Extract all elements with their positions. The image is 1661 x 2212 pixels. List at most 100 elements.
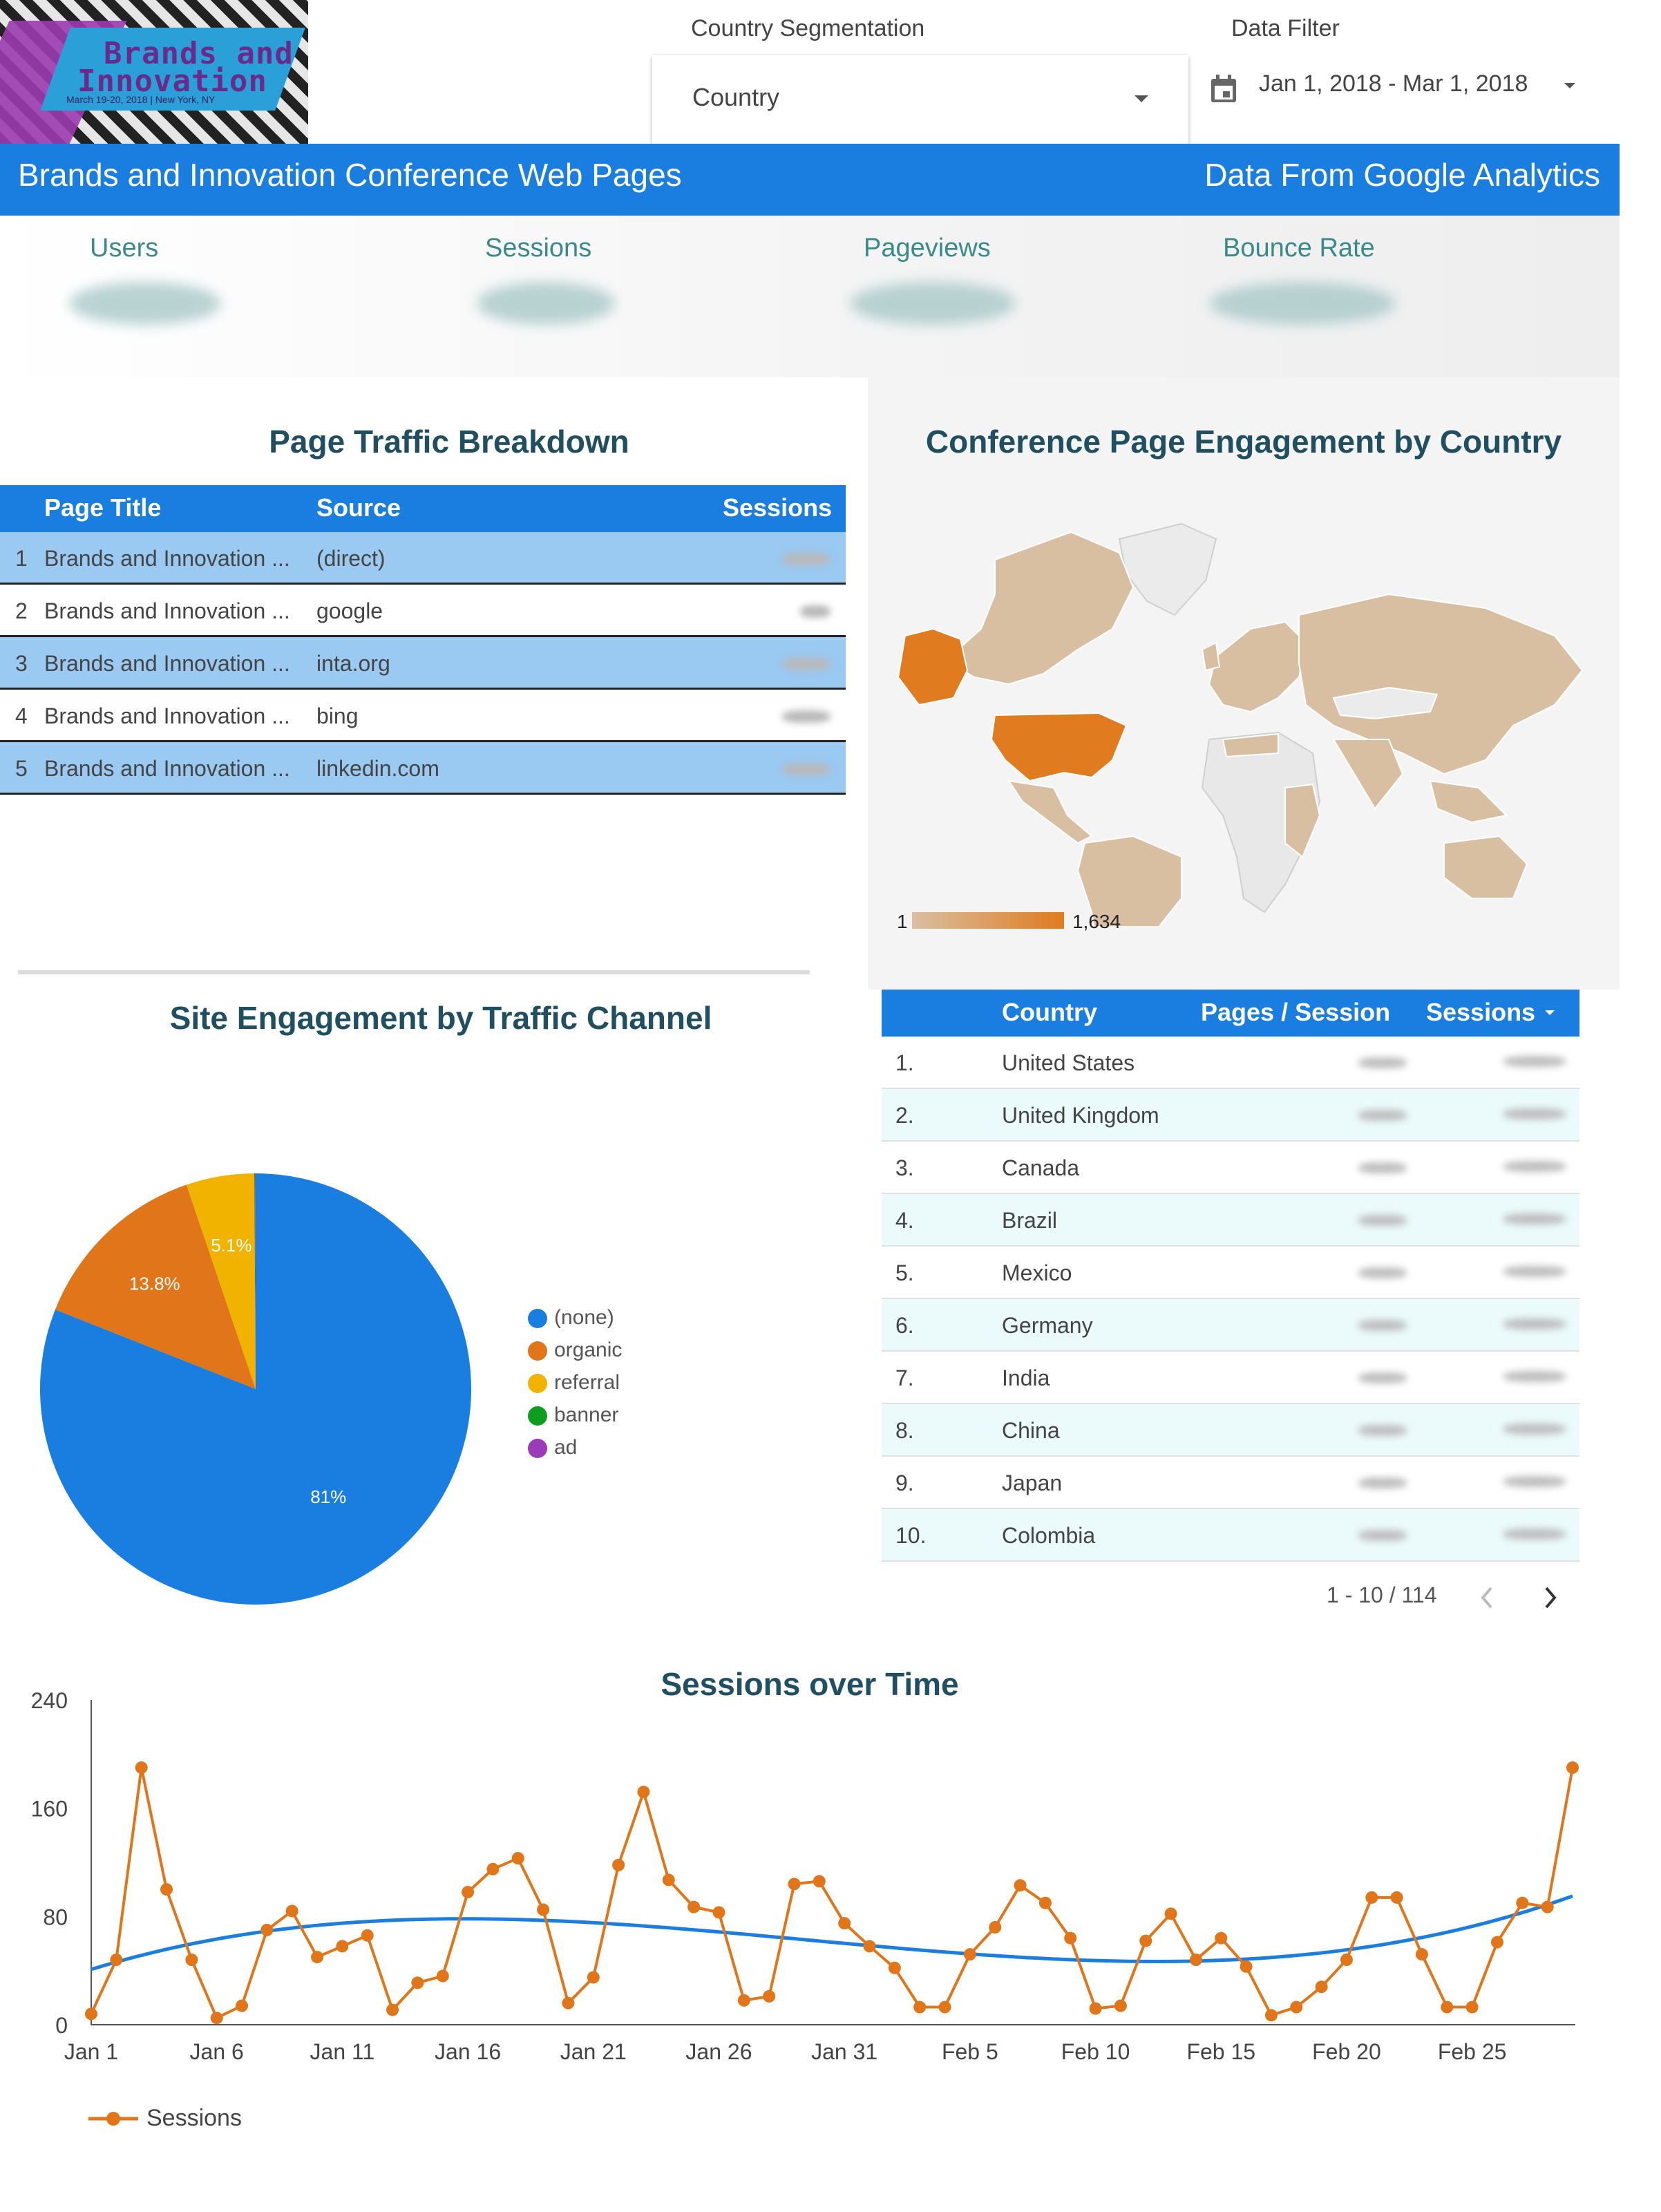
sessions-data-point[interactable]	[1516, 1896, 1529, 1909]
legend-item[interactable]: referral	[528, 1371, 620, 1395]
sessions-data-point[interactable]	[236, 1999, 249, 2012]
sessions-data-point[interactable]	[486, 1862, 500, 1875]
table-row[interactable]: 10. Colombia	[882, 1509, 1579, 1562]
sessions-data-point[interactable]	[1089, 2002, 1102, 2015]
sessions-data-point[interactable]	[612, 1858, 625, 1871]
table-row[interactable]: 6. Germany	[882, 1299, 1579, 1352]
column-sessions[interactable]: Sessions	[723, 493, 832, 522]
sessions-data-point[interactable]	[913, 2001, 927, 2014]
sessions-data-point[interactable]	[1264, 2009, 1278, 2022]
sessions-data-point[interactable]	[687, 1900, 701, 1913]
sessions-data-point[interactable]	[1441, 2001, 1454, 2014]
country-segmentation-dropdown[interactable]: Country	[652, 55, 1188, 144]
sessions-data-point[interactable]	[1315, 1981, 1328, 1994]
sessions-data-point[interactable]	[1014, 1879, 1027, 1892]
sessions-data-point[interactable]	[511, 1852, 524, 1865]
kpi-bounce-rate-value	[1209, 282, 1396, 325]
sessions-data-point[interactable]	[436, 1969, 449, 1983]
sessions-data-point[interactable]	[1215, 1931, 1228, 1945]
sessions-data-point[interactable]	[1365, 1891, 1378, 1904]
sessions-data-point[interactable]	[662, 1873, 675, 1887]
sessions-data-point[interactable]	[737, 1994, 750, 2007]
sessions-data-point[interactable]	[637, 1786, 650, 1799]
sessions-data-point[interactable]	[963, 1948, 976, 1961]
sessions-data-point[interactable]	[712, 1906, 725, 1919]
map-title: Conference Page Engagement by Country	[925, 424, 1562, 460]
table-row[interactable]: 2. United Kingdom	[882, 1089, 1579, 1142]
table-row[interactable]: 4 Brands and Innovation ... bing	[0, 690, 846, 742]
sessions-data-point[interactable]	[210, 2012, 223, 2025]
sessions-data-point[interactable]	[1164, 1907, 1177, 1920]
traffic-channel-pie-chart[interactable]: 81% 13.8% 5.1%	[28, 1161, 525, 1617]
sessions-data-point[interactable]	[1139, 1934, 1152, 1947]
table-row[interactable]: 3 Brands and Innovation ... inta.org	[0, 637, 846, 690]
sort-desc-icon[interactable]	[1545, 1010, 1555, 1015]
sessions-data-point[interactable]	[562, 1996, 575, 2010]
table-row[interactable]: 1 Brands and Innovation ... (direct)	[0, 532, 846, 585]
sessions-data-point[interactable]	[135, 1761, 148, 1774]
sessions-data-point[interactable]	[863, 1940, 876, 1953]
legend-item[interactable]: banner	[528, 1403, 618, 1427]
sessions-data-point[interactable]	[537, 1903, 550, 1916]
column-page-title[interactable]: Page Title	[44, 493, 161, 522]
sessions-data-point[interactable]	[938, 2001, 951, 2014]
sessions-data-point[interactable]	[587, 1971, 600, 1984]
sessions-data-point[interactable]	[361, 1929, 374, 1942]
sessions-data-point[interactable]	[1064, 1931, 1077, 1945]
sessions-data-point[interactable]	[1340, 1954, 1353, 1966]
table-row[interactable]: 1. United States	[882, 1037, 1579, 1089]
sessions-data-point[interactable]	[813, 1875, 826, 1888]
sessions-data-point[interactable]	[411, 1976, 424, 1989]
sessions-data-point[interactable]	[85, 2007, 97, 2021]
sessions-data-point[interactable]	[1415, 1948, 1428, 1961]
sessions-data-point[interactable]	[285, 1904, 298, 1918]
sessions-data-point[interactable]	[185, 1954, 198, 1966]
sessions-data-point[interactable]	[838, 1917, 851, 1930]
sessions-data-point[interactable]	[260, 1923, 274, 1936]
sessions-data-point[interactable]	[1566, 1761, 1579, 1774]
sessions-data-point[interactable]	[1114, 1999, 1127, 2012]
sessions-data-point[interactable]	[1038, 1896, 1052, 1909]
sessions-data-point[interactable]	[336, 1940, 349, 1953]
sessions-data-point[interactable]	[1240, 1960, 1253, 1973]
legend-item[interactable]: organic	[528, 1339, 622, 1362]
sessions-data-point[interactable]	[386, 2003, 399, 2016]
sessions-data-point[interactable]	[1290, 2001, 1303, 2014]
table-row[interactable]: 4. Brazil	[882, 1194, 1579, 1247]
sessions-data-point[interactable]	[788, 1878, 801, 1891]
previous-page-icon[interactable]	[1479, 1585, 1495, 1610]
table-row[interactable]: 8. China	[882, 1404, 1579, 1457]
table-row[interactable]: 2 Brands and Innovation ... google	[0, 585, 846, 637]
sessions-data-point[interactable]	[763, 1989, 776, 2003]
column-source[interactable]: Source	[316, 493, 401, 522]
sessions-data-point[interactable]	[311, 1951, 324, 1964]
sessions-data-point[interactable]	[462, 1886, 475, 1899]
date-range-picker[interactable]: Jan 1, 2018 - Mar 1, 2018	[1205, 64, 1592, 112]
sessions-data-point[interactable]	[1541, 1900, 1554, 1913]
sessions-data-point[interactable]	[1490, 1936, 1503, 1949]
table-row[interactable]: 9. Japan	[882, 1457, 1579, 1509]
conference-logo: Brands and Innovation March 19-20, 2018 …	[0, 0, 308, 145]
sessions-line-chart[interactable]: 0 80 160 240 Jan 1 Jan 6 Jan 11 Jan 16 Jan 21 Jan…	[0, 1686, 1631, 2170]
legend-item[interactable]: (none)	[528, 1306, 614, 1330]
table-row[interactable]: 7. India	[882, 1352, 1579, 1404]
row-sessions-value	[1503, 1108, 1566, 1119]
sessions-data-point[interactable]	[1465, 2001, 1479, 2014]
map-country-europe	[1208, 621, 1307, 713]
table-row[interactable]: 5 Brands and Innovation ... linkedin.com	[0, 742, 846, 795]
table-row[interactable]: 5. Mexico	[882, 1247, 1579, 1299]
sessions-data-point[interactable]	[989, 1921, 1002, 1934]
x-tick-label: Jan 1	[64, 2039, 118, 2064]
sessions-data-point[interactable]	[1189, 1954, 1202, 1966]
column-pages-per-session[interactable]: Pages / Session	[1201, 998, 1390, 1027]
world-map[interactable]	[891, 511, 1596, 926]
sessions-data-point[interactable]	[888, 1961, 901, 1974]
sessions-data-point[interactable]	[1390, 1891, 1403, 1904]
sessions-data-point[interactable]	[110, 1954, 123, 1966]
legend-item[interactable]: ad	[528, 1436, 577, 1459]
sessions-data-point[interactable]	[160, 1883, 173, 1896]
next-page-icon[interactable]	[1542, 1585, 1559, 1610]
column-sessions[interactable]: Sessions	[1426, 998, 1535, 1027]
column-country[interactable]: Country	[1002, 998, 1097, 1027]
table-row[interactable]: 3. Canada	[882, 1142, 1579, 1194]
